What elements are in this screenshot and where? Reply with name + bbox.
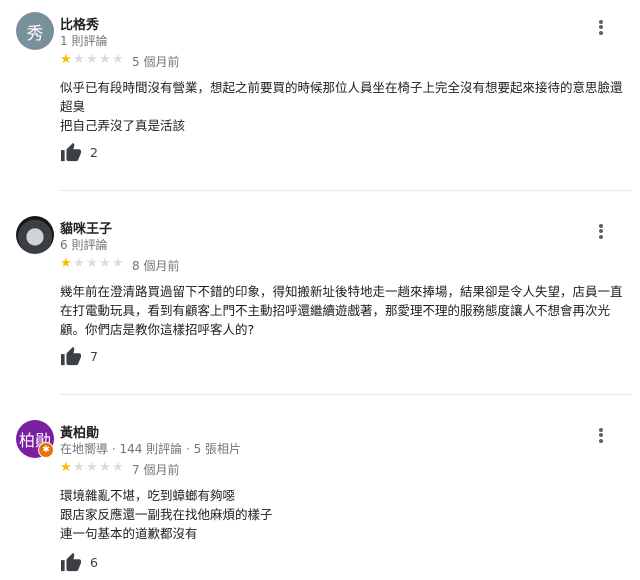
- review-time: 5 個月前: [132, 55, 180, 69]
- reviewer-meta: 1 則評論: [60, 34, 108, 48]
- like-count: 2: [90, 144, 98, 160]
- star-filled-icon: ★: [60, 460, 72, 475]
- like-button[interactable]: 2: [60, 142, 98, 162]
- review-text: 似乎已有段時間沒有營業，想起之前要買的時候那位人員坐在椅子上完全沒有想要起來接待…: [60, 78, 632, 135]
- review-text-line: 把自己弄沒了真是活該: [60, 118, 186, 133]
- local-guide-badge-icon: ✱: [38, 442, 54, 458]
- review-text-line: 環境雜亂不堪，吃到蟑螂有夠噁: [60, 488, 236, 503]
- like-button[interactable]: 7: [60, 346, 98, 366]
- reviewer-name[interactable]: 比格秀: [60, 14, 99, 33]
- star-empty-icon: ★: [73, 460, 85, 475]
- review-text-line: 連一句基本的道歉都沒有: [60, 526, 198, 541]
- thumbs-up-icon: [61, 346, 81, 366]
- like-count: 6: [90, 554, 98, 570]
- reviewer-name[interactable]: 黃柏勛: [60, 422, 99, 441]
- avatar[interactable]: [16, 216, 54, 254]
- star-empty-icon: ★: [73, 52, 85, 67]
- more-vert-icon[interactable]: [592, 222, 610, 242]
- review-time: 7 個月前: [132, 463, 180, 477]
- like-count: 7: [90, 348, 98, 364]
- star-empty-icon: ★: [112, 256, 124, 271]
- more-vert-icon[interactable]: [592, 426, 610, 446]
- star-empty-icon: ★: [99, 256, 111, 271]
- star-empty-icon: ★: [112, 460, 124, 475]
- review-text-line: 跟店家反應還一副我在找他麻煩的樣子: [60, 507, 273, 522]
- star-filled-icon: ★: [60, 52, 72, 67]
- reviewer-meta: 在地嚮導 · 144 則評論 · 5 張相片: [60, 442, 242, 456]
- reviewer-name[interactable]: 貓咪王子: [60, 218, 112, 237]
- avatar[interactable]: 秀: [16, 12, 54, 50]
- star-empty-icon: ★: [86, 460, 98, 475]
- star-empty-icon: ★: [73, 256, 85, 271]
- star-empty-icon: ★: [99, 52, 111, 67]
- thumbs-up-icon: [61, 552, 81, 572]
- divider: [60, 394, 632, 395]
- star-rating: ★ ★ ★ ★ ★: [60, 461, 125, 475]
- like-button[interactable]: 6: [60, 552, 98, 572]
- review-text-line: 似乎已有段時間沒有營業，想起之前要買的時候那位人員坐在椅子上完全沒有想要起來接待…: [60, 80, 623, 114]
- star-rating: ★ ★ ★ ★ ★: [60, 53, 125, 67]
- reviewer-meta: 6 則評論: [60, 238, 108, 252]
- star-rating: ★ ★ ★ ★ ★: [60, 257, 125, 271]
- star-empty-icon: ★: [86, 256, 98, 271]
- review-text: 環境雜亂不堪，吃到蟑螂有夠噁 跟店家反應還一副我在找他麻煩的樣子 連一句基本的道…: [60, 486, 632, 543]
- review-text: 幾年前在澄清路買過留下不錯的印象，得知搬新址後特地走一趟來捧場，結果卻是令人失望…: [60, 282, 632, 339]
- star-empty-icon: ★: [99, 460, 111, 475]
- thumbs-up-icon: [61, 142, 81, 162]
- star-filled-icon: ★: [60, 256, 72, 271]
- more-vert-icon[interactable]: [592, 18, 610, 38]
- divider: [60, 190, 632, 191]
- star-empty-icon: ★: [86, 52, 98, 67]
- star-empty-icon: ★: [112, 52, 124, 67]
- review-time: 8 個月前: [132, 259, 180, 273]
- review-text-line: 幾年前在澄清路買過留下不錯的印象，得知搬新址後特地走一趟來捧場，結果卻是令人失望…: [60, 284, 623, 337]
